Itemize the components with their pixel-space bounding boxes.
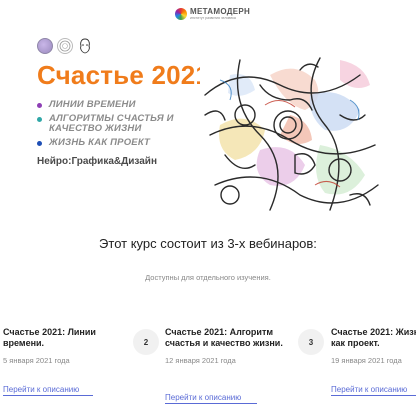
hero-title: Счастье 2021:: [37, 60, 219, 90]
logo-mark-icon: [175, 7, 187, 20]
bullet-dot-icon: [37, 116, 42, 122]
course-details-link[interactable]: Перейти к описанию: [165, 393, 241, 402]
section-subtitle: Доступны для отдельного изучения.: [145, 273, 271, 282]
link-underline: [3, 395, 93, 396]
link-underline: [165, 403, 257, 404]
course-title: Счастье 2021: Жизнь как проект.: [331, 327, 416, 348]
topic-item: АЛГОРИТМЫ СЧАСТЬЯ И КАЧЕСТВО ЖИЗНИ: [37, 112, 207, 135]
neurographic-artwork: [200, 55, 380, 213]
topic-item: ЖИЗНЬ КАК ПРОЕКТ: [37, 136, 207, 149]
course-details-link[interactable]: Перейти к описанию: [331, 385, 407, 394]
bullet-dot-icon: [37, 103, 42, 108]
course-number-badge: 3: [298, 329, 324, 355]
logo-text: МЕТАМОДЕРН институт развития человека: [190, 7, 250, 20]
topics-list: ЛИНИИ ВРЕМЕНИ АЛГОРИТМЫ СЧАСТЬЯ И КАЧЕСТ…: [37, 99, 207, 151]
course-card: Счастье 2021: Жизнь как проект. 19 январ…: [331, 315, 416, 416]
course-number-badge: 2: [133, 329, 159, 355]
topic-label: ЖИЗНЬ КАК ПРОЕКТ: [49, 136, 151, 148]
course-title: Счастье 2021: Алгоритм счастья и качеств…: [165, 327, 283, 348]
hero-subtitle: Нейро:Графика&Дизайн: [37, 156, 157, 167]
course-card: Счастье 2021: Линии времени. 5 января 20…: [3, 315, 123, 416]
bullet-dot-icon: [37, 140, 42, 146]
partner-logo-1-icon: [37, 38, 53, 54]
partner-logo-3-icon: [77, 38, 93, 54]
topic-item: ЛИНИИ ВРЕМЕНИ: [37, 99, 207, 111]
section-title: Этот курс состоит из 3-х вебинаров:: [99, 236, 317, 251]
partner-logo-2-icon: [57, 38, 73, 54]
partner-logos: [37, 38, 93, 54]
topic-label: АЛГОРИТМЫ СЧАСТЬЯ И КАЧЕСТВО ЖИЗНИ: [49, 112, 174, 134]
site-logo[interactable]: МЕТАМОДЕРН институт развития человека: [175, 7, 250, 20]
logo-tagline: институт развития человека: [190, 16, 236, 20]
course-date: 12 января 2021 года: [165, 356, 236, 365]
topic-label: ЛИНИИ ВРЕМЕНИ: [49, 99, 136, 110]
course-date: 19 января 2021 года: [331, 356, 402, 365]
top-bar: МЕТАМОДЕРН институт развития человека: [0, 0, 416, 30]
hero-section: Счастье 2021: ЛИНИИ ВРЕМЕНИ АЛГОРИТМЫ СЧ…: [0, 30, 416, 215]
logo-name: МЕТАМОДЕРН: [190, 7, 251, 16]
course-date: 5 января 2021 года: [3, 356, 70, 365]
courses-list: Счастье 2021: Линии времени. 5 января 20…: [0, 315, 416, 416]
course-card: Счастье 2021: Алгоритм счастья и качеств…: [165, 315, 283, 416]
link-underline: [331, 395, 416, 396]
course-details-link[interactable]: Перейти к описанию: [3, 385, 79, 394]
course-title: Счастье 2021: Линии времени.: [3, 327, 96, 348]
